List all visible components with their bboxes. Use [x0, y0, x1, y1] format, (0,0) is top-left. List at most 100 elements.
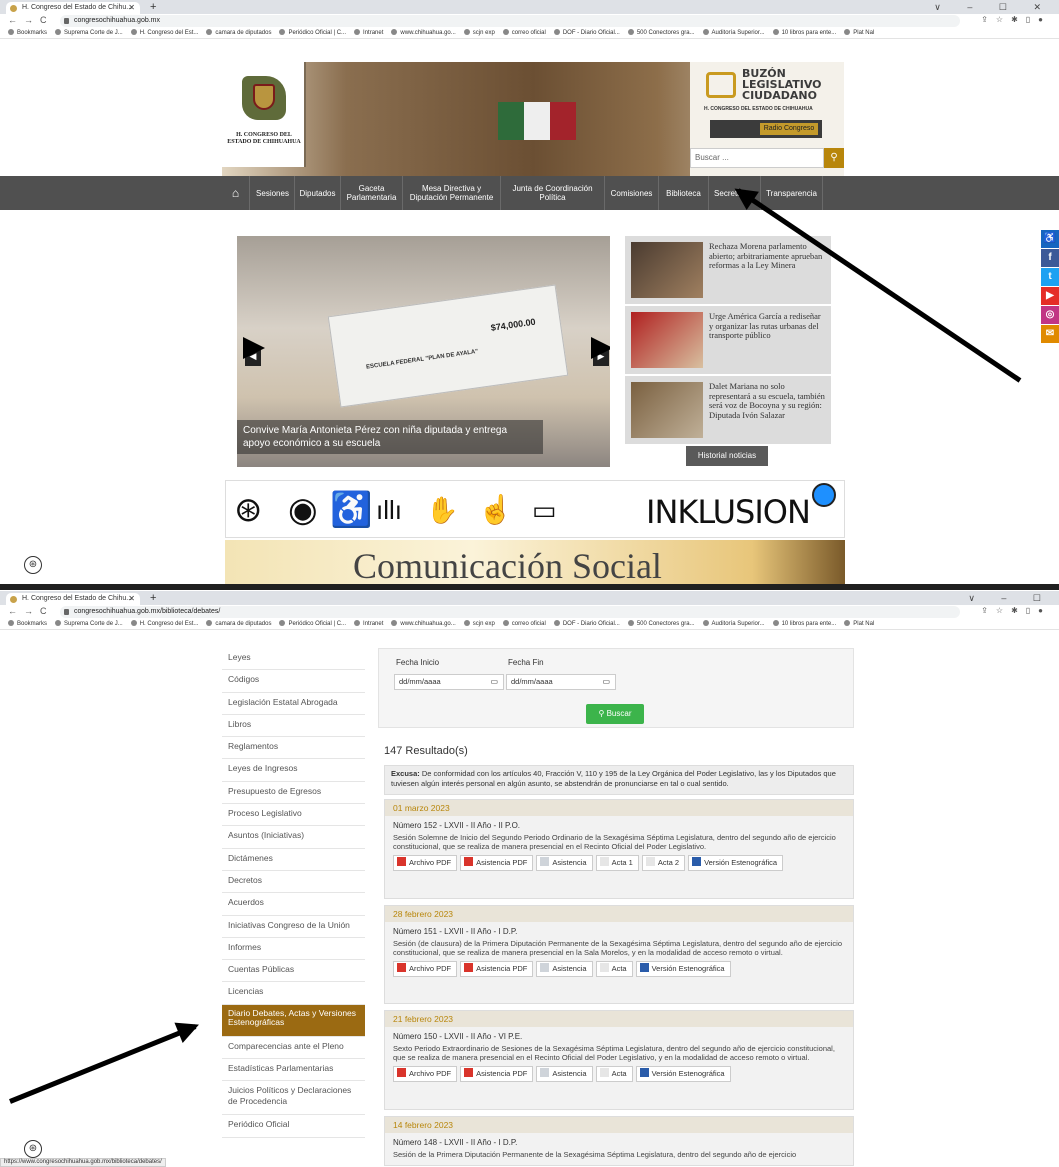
sidebar-item[interactable]: Comparecencias ante el Pleno: [222, 1037, 365, 1060]
site-search-input[interactable]: Buscar ...: [690, 148, 824, 168]
chat-bubble-icon[interactable]: [706, 72, 736, 98]
versi-n-estenogr-fica-button[interactable]: Versión Estenográfica: [635, 1066, 731, 1082]
start-date-input[interactable]: dd/mm/aaaa: [394, 674, 504, 690]
nav-buttons[interactable]: ←→C: [8, 15, 54, 25]
acta-2-button[interactable]: Acta 2: [641, 855, 686, 871]
bookmark-item[interactable]: DOF - Diario Oficial...: [553, 619, 620, 629]
menu-item-biblioteca[interactable]: Biblioteca: [659, 176, 709, 210]
archivo-pdf-button[interactable]: Archivo PDF: [393, 961, 458, 977]
comunicacion-social-banner[interactable]: Comunicación Social: [225, 540, 845, 584]
menu-item-sesiones[interactable]: Sesiones: [251, 176, 295, 210]
window-controls[interactable]: ∨ – ☐: [968, 591, 1053, 605]
menu-item-transparencia[interactable]: Transparencia: [761, 176, 823, 210]
sidebar-item[interactable]: Periódico Oficial: [222, 1115, 365, 1138]
search-icon[interactable]: ⚲: [824, 148, 844, 168]
bookmark-item[interactable]: www.chihuahua.go...: [391, 619, 456, 629]
browser2-tab[interactable]: H. Congreso del Estado de Chihu... ✕: [6, 593, 140, 605]
bookmark-item[interactable]: correo oficial: [502, 28, 546, 38]
buzon-title[interactable]: BUZÓN LEGISLATIVO CIUDADANO: [742, 68, 822, 101]
close-tab-icon[interactable]: ✕: [128, 2, 135, 14]
slider-prev-button[interactable]: ◀: [243, 337, 265, 366]
sidebar-item[interactable]: Informes: [222, 938, 365, 961]
bookmarks-folder[interactable]: Bookmarks: [8, 28, 47, 38]
accessibility-icon[interactable]: ⊛: [24, 1140, 42, 1158]
radio-congreso-button[interactable]: Radio Congreso: [710, 120, 822, 138]
sidebar-item[interactable]: Diario Debates, Actas y Versiones Esteno…: [222, 1004, 365, 1037]
bookmark-item[interactable]: Periódico Oficial | C...: [279, 28, 346, 38]
close-tab-icon[interactable]: ✕: [128, 593, 135, 605]
sidebar-item[interactable]: Iniciativas Congreso de la Unión: [222, 916, 365, 938]
bookmark-item[interactable]: 500 Conectores gra...: [627, 619, 695, 629]
toolbar-icons[interactable]: ⇪☆✱▯●: [981, 606, 1051, 615]
news-headline[interactable]: Urge América García a rediseñar y organi…: [709, 311, 827, 341]
sidebar-item[interactable]: Leyes: [222, 648, 365, 671]
sidebar-item[interactable]: Asuntos (Iniciativas): [222, 826, 365, 849]
bookmark-item[interactable]: Auditoría Superior...: [702, 619, 765, 629]
url-field[interactable]: congresochihuahua.gob.mx: [60, 15, 960, 27]
bookmark-item[interactable]: Auditoría Superior...: [702, 28, 765, 38]
bookmark-item[interactable]: scjn exp: [463, 619, 495, 629]
slider-next-button[interactable]: ▶: [591, 337, 610, 366]
bookmark-item[interactable]: Plat Nal: [844, 619, 874, 629]
sidebar-item[interactable]: Leyes de Ingresos: [222, 759, 365, 782]
sidebar-item[interactable]: Estadísticas Parlamentarias: [222, 1059, 365, 1082]
bookmark-item[interactable]: camara de diputados: [206, 619, 271, 629]
asistencia-pdf-button[interactable]: Asistencia PDF: [460, 1066, 534, 1082]
bookmark-item[interactable]: H. Congreso del Est...: [130, 28, 198, 38]
sidebar-item[interactable]: Legislación Estatal Abrogada: [222, 693, 365, 715]
bookmark-item[interactable]: Intranet: [354, 28, 383, 38]
bookmark-item[interactable]: 500 Conectores gra...: [627, 28, 695, 38]
bookmark-item[interactable]: Plat Nal: [844, 28, 874, 38]
sidebar-item[interactable]: Acuerdos: [222, 893, 365, 916]
toolbar-icons[interactable]: ⇪☆✱▯●: [981, 15, 1051, 24]
bookmarks-folder[interactable]: Bookmarks: [8, 619, 47, 629]
menu-item-gaceta[interactable]: Gaceta Parlamentaria: [341, 176, 403, 210]
menu-item-mesa[interactable]: Mesa Directiva y Diputación Permanente: [403, 176, 501, 210]
sidebar-item[interactable]: Dictámenes: [222, 849, 365, 871]
sidebar-item[interactable]: Cuentas Públicas: [222, 960, 365, 983]
sidebar-item[interactable]: Decretos: [222, 871, 365, 894]
buscar-button[interactable]: ⚲ Buscar: [586, 704, 644, 724]
bookmark-item[interactable]: Suprema Corte de J...: [55, 28, 123, 38]
mail-icon[interactable]: ✉: [1041, 325, 1059, 343]
browser1-tab[interactable]: H. Congreso del Estado de Chihu... ✕: [6, 2, 140, 14]
asistencia-pdf-button[interactable]: Asistencia PDF: [460, 961, 534, 977]
news-item[interactable]: Urge América García a rediseñar y organi…: [625, 306, 831, 374]
congreso-logo[interactable]: H. CONGRESO DEL ESTADO DE CHIHUAHUA: [222, 62, 306, 167]
home-icon[interactable]: ⌂: [222, 176, 250, 210]
twitter-icon[interactable]: t: [1041, 268, 1059, 286]
inklusion-banner[interactable]: ⊛ ◉ ♿ ıllı ✋ ☝ ▭ INKLUSION: [225, 480, 845, 538]
bookmark-item[interactable]: scjn exp: [463, 28, 495, 38]
news-slider[interactable]: $74,000.00 ESCUELA FEDERAL "PLAN DE AYAL…: [237, 236, 610, 467]
slider-caption[interactable]: Convive María Antonieta Pérez con niña d…: [237, 420, 543, 454]
menu-item-junta[interactable]: Junta de Coordinación Política: [501, 176, 605, 210]
window-controls[interactable]: ∨ – ☐ ✕: [934, 0, 1053, 14]
end-date-input[interactable]: dd/mm/aaaa: [506, 674, 616, 690]
news-item[interactable]: Dalet Mariana no solo representará a su …: [625, 376, 831, 444]
news-headline[interactable]: Rechaza Morena parlamento abierto; arbit…: [709, 241, 827, 271]
news-headline[interactable]: Dalet Mariana no solo representará a su …: [709, 381, 827, 420]
asistencia-button[interactable]: Asistencia: [536, 1066, 593, 1082]
nav-buttons[interactable]: ←→C: [8, 606, 54, 616]
new-tab-icon[interactable]: +: [150, 0, 156, 14]
menu-item-diputados[interactable]: Diputados: [295, 176, 341, 210]
versi-n-estenogr-fica-button[interactable]: Versión Estenográfica: [635, 961, 731, 977]
bookmark-item[interactable]: Periódico Oficial | C...: [279, 619, 346, 629]
sidebar-item[interactable]: Libros: [222, 715, 365, 738]
asistencia-pdf-button[interactable]: Asistencia PDF: [460, 855, 534, 871]
bookmark-item[interactable]: camara de diputados: [206, 28, 271, 38]
bookmark-item[interactable]: 10 libros para ente...: [772, 619, 836, 629]
instagram-icon[interactable]: ◎: [1041, 306, 1059, 324]
menu-item-comisiones[interactable]: Comisiones: [605, 176, 659, 210]
new-tab-icon[interactable]: +: [150, 591, 156, 605]
bookmark-item[interactable]: DOF - Diario Oficial...: [553, 28, 620, 38]
bookmark-item[interactable]: www.chihuahua.go...: [391, 28, 456, 38]
versi-n-estenogr-fica-button[interactable]: Versión Estenográfica: [688, 855, 784, 871]
historial-noticias-button[interactable]: Historial noticias: [686, 446, 768, 466]
acta-1-button[interactable]: Acta 1: [595, 855, 639, 871]
sidebar-item[interactable]: Códigos: [222, 670, 365, 693]
sidebar-item[interactable]: Presupuesto de Egresos: [222, 782, 365, 805]
bookmark-item[interactable]: correo oficial: [502, 619, 546, 629]
sidebar-item[interactable]: Juicios Políticos y Declaraciones de Pro…: [222, 1081, 365, 1116]
accessibility-icon[interactable]: ⊛: [24, 556, 42, 574]
